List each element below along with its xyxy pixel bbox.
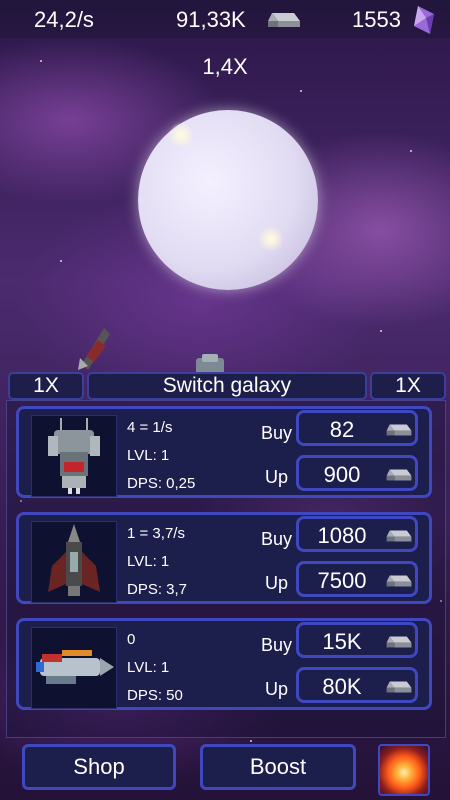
metal-amount: 91,33K bbox=[176, 7, 246, 32]
ship-image bbox=[31, 521, 117, 603]
planet-target[interactable] bbox=[138, 110, 318, 290]
buy-button[interactable]: 82 bbox=[296, 410, 418, 446]
up-label: Up bbox=[265, 467, 289, 487]
upgrade-button[interactable]: 900 bbox=[296, 455, 418, 491]
cruiser-icon bbox=[36, 650, 114, 684]
buy-price: 1080 bbox=[317, 523, 367, 548]
gem-amount: 1553 bbox=[352, 7, 401, 32]
boost-button[interactable]: Boost bbox=[200, 744, 356, 790]
gunship-icon bbox=[48, 418, 100, 494]
fire-orb-icon[interactable] bbox=[378, 744, 430, 796]
buy-button[interactable]: 1080 bbox=[296, 516, 418, 552]
shop-button[interactable]: Shop bbox=[22, 744, 176, 790]
upgrade-price: 7500 bbox=[317, 568, 367, 593]
ship-image bbox=[31, 415, 117, 497]
upgrade-price: 80K bbox=[322, 674, 362, 699]
ship-count: 0 bbox=[127, 631, 136, 648]
ship-dps: DPS: 0,25 bbox=[127, 475, 196, 492]
metal-ingot-icon bbox=[386, 681, 412, 693]
buy-label: Buy bbox=[261, 423, 293, 443]
galaxy-row: 1X Switch galaxy 1X bbox=[0, 372, 450, 400]
ship-dps: DPS: 3,7 bbox=[127, 581, 188, 598]
upgrade-price: 900 bbox=[323, 462, 361, 487]
player-ship-sprite bbox=[78, 328, 110, 370]
right-multiplier-button[interactable]: 1X bbox=[370, 372, 446, 400]
crystal-gem-icon bbox=[414, 6, 434, 34]
upgrade-button[interactable]: 80K bbox=[296, 667, 418, 703]
buy-price: 15K bbox=[322, 629, 362, 654]
ship-level: LVL: 1 bbox=[127, 659, 170, 676]
metal-ingot-icon bbox=[386, 530, 412, 542]
damage-multiplier: 1,4X bbox=[202, 54, 248, 79]
player-ship-sprite-2 bbox=[196, 354, 224, 374]
ship-level: LVL: 1 bbox=[127, 447, 170, 464]
ship-image bbox=[31, 627, 117, 709]
destroyer-icon bbox=[48, 524, 100, 596]
metal-ingot-icon bbox=[386, 424, 412, 436]
metal-ingot-icon bbox=[386, 575, 412, 587]
ship-dps: DPS: 50 bbox=[127, 687, 183, 704]
buy-button[interactable]: 15K bbox=[296, 622, 418, 658]
metal-ingot-icon bbox=[268, 13, 300, 27]
upgrade-button[interactable]: 7500 bbox=[296, 561, 418, 597]
buy-label: Buy bbox=[261, 529, 293, 549]
ship-count: 1 = 3,7/s bbox=[127, 525, 185, 542]
buy-label: Buy bbox=[261, 635, 293, 655]
metal-ingot-icon bbox=[386, 636, 412, 648]
up-label: Up bbox=[265, 573, 289, 593]
up-label: Up bbox=[265, 679, 289, 699]
switch-galaxy-button[interactable]: Switch galaxy bbox=[87, 372, 367, 400]
income-rate: 24,2/s bbox=[34, 7, 94, 32]
left-multiplier-button[interactable]: 1X bbox=[8, 372, 84, 400]
buy-price: 82 bbox=[329, 417, 355, 442]
metal-ingot-icon bbox=[386, 469, 412, 481]
ship-level: LVL: 1 bbox=[127, 553, 170, 570]
ship-count: 4 = 1/s bbox=[127, 419, 173, 436]
